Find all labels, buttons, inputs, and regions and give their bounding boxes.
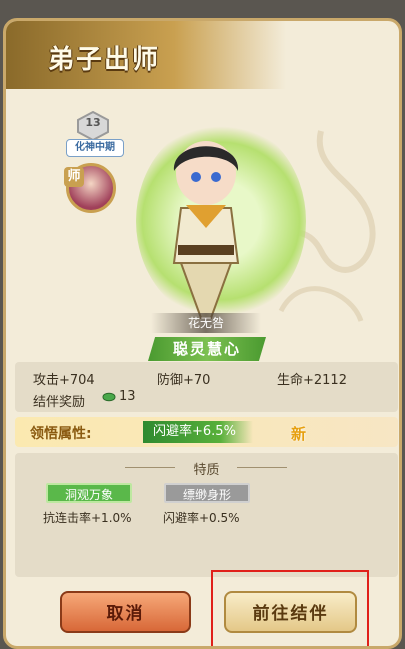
specialty-tag-2[interactable]: 缥缈身形 — [164, 483, 250, 503]
partner-reward-value: 13 — [119, 389, 136, 404]
specialty-desc-2: 闪避率+0.5% — [163, 511, 240, 525]
disciple-character — [172, 141, 240, 319]
comprehension-value: 闪避率+6.5% — [143, 421, 253, 443]
specialty-tag-1[interactable]: 洞观万象 — [46, 483, 132, 503]
specialties-panel: 特质 洞观万象 缥缈身形 抗连击率+1.0% 闪避率+0.5% — [15, 453, 398, 577]
defense-stat: 防御+70 — [157, 373, 211, 388]
realm-level: 13 — [85, 116, 101, 129]
disciple-name: 花无咎 — [151, 313, 261, 333]
disciple-graduation-dialog: 弟子出师 13 化神中期 师 花无咎 聪灵慧心 攻击+704 防御+70 生命+… — [3, 18, 402, 649]
jade-gem-icon — [102, 392, 116, 401]
stats-panel: 攻击+704 防御+70 生命+2112 结伴奖励 13 — [15, 362, 398, 412]
comprehension-label: 领悟属性: — [30, 426, 92, 442]
new-badge: 新 — [291, 425, 307, 443]
life-stat: 生命+2112 — [277, 373, 347, 388]
highlight-box — [211, 570, 369, 646]
realm-name: 化神中期 — [66, 139, 124, 157]
specialty-desc-1: 抗连击率+1.0% — [43, 511, 132, 525]
disciple-trait: 聪灵慧心 — [148, 337, 266, 361]
partner-reward-label: 结伴奖励 — [33, 395, 86, 410]
dialog-title: 弟子出师 — [48, 45, 161, 75]
cancel-button[interactable]: 取消 — [60, 591, 191, 633]
comprehension-row: 领悟属性: 闪避率+6.5% 新 — [15, 417, 398, 447]
specialties-title: 特质 — [193, 463, 220, 478]
partner-reward: 13 — [101, 389, 136, 404]
master-tag: 师 — [64, 167, 84, 187]
divider-right — [237, 467, 287, 468]
attack-stat: 攻击+704 — [33, 373, 95, 388]
